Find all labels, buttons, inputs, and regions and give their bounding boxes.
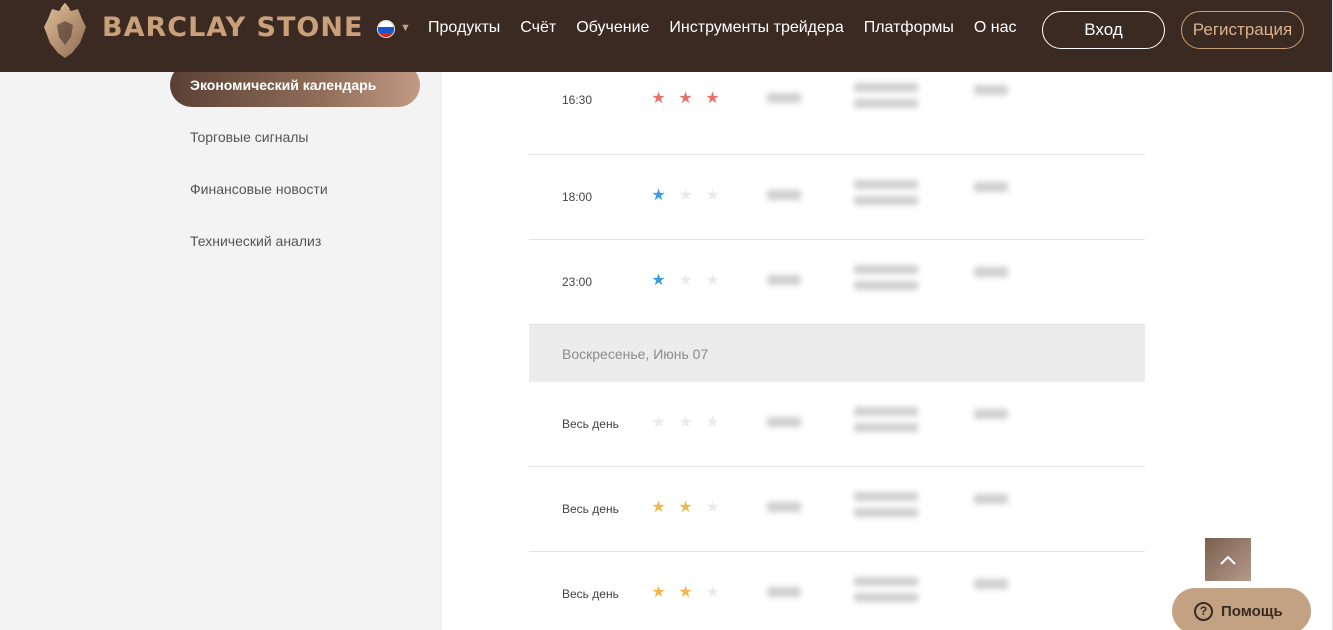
chevron-up-icon	[1220, 555, 1236, 565]
calendar-row[interactable]: Весь день ★ ★ ★	[529, 467, 1145, 552]
calendar-row[interactable]: Весь день ★ ★ ★	[529, 552, 1145, 630]
sidebar: Экономический календарь Торговые сигналы…	[0, 63, 442, 630]
day-header: Воскресенье, Июнь 07	[529, 325, 1145, 382]
obscured-cell	[854, 98, 918, 108]
obscured-cell	[854, 507, 918, 517]
obscured-cell	[854, 195, 918, 205]
calendar-row[interactable]: Весь день ★ ★ ★	[529, 382, 1145, 467]
event-time: 23:00	[562, 274, 593, 289]
star-icon: ★	[705, 498, 720, 516]
help-button-label: Помощь	[1221, 602, 1283, 620]
obscured-cell	[974, 578, 1008, 589]
obscured-cell	[854, 422, 918, 432]
event-time: Весь день	[562, 501, 619, 516]
star-icon: ★	[651, 89, 666, 107]
star-icon: ★	[678, 89, 693, 107]
obscured-cell	[854, 592, 918, 602]
day-header-label: Воскресенье, Июнь 07	[562, 346, 709, 362]
obscured-cell	[974, 266, 1008, 277]
obscured-cell	[767, 189, 801, 200]
importance-stars: ★ ★ ★	[651, 271, 720, 289]
event-time: Весь день	[562, 416, 619, 431]
importance-stars: ★ ★ ★	[651, 413, 720, 431]
importance-stars: ★ ★ ★	[651, 498, 720, 516]
importance-stars: ★ ★ ★	[651, 583, 720, 601]
obscured-cell	[974, 493, 1008, 504]
obscured-cell	[854, 179, 918, 189]
obscured-cell	[767, 92, 801, 103]
sidebar-item-financial-news[interactable]: Финансовые новости	[170, 167, 420, 211]
obscured-cell	[974, 84, 1008, 95]
obscured-cell	[974, 181, 1008, 192]
star-icon: ★	[678, 583, 693, 601]
star-icon: ★	[705, 186, 720, 204]
main-nav: Продукты Счёт Обучение Инструменты трейд…	[428, 19, 1037, 39]
star-icon: ★	[651, 413, 666, 431]
star-icon: ★	[651, 186, 666, 204]
event-time: Весь день	[562, 586, 619, 601]
nav-item-about[interactable]: О нас	[974, 19, 1017, 39]
brand-name[interactable]: BARCLAY STONE	[102, 12, 363, 43]
obscured-cell	[974, 408, 1008, 419]
calendar-row[interactable]: 16:30 ★ ★ ★	[529, 70, 1145, 155]
calendar-table-continued: Весь день ★ ★ ★ Весь день ★ ★ ★ Весь день ★ ★ ★	[529, 382, 1145, 630]
calendar-table: 16:30 ★ ★ ★ 18:00 ★ ★ ★ 23:00 ★ ★ ★	[529, 70, 1145, 325]
nav-item-trader-tools[interactable]: Инструменты трейдера	[669, 19, 843, 39]
star-icon: ★	[678, 413, 693, 431]
sidebar-item-technical-analysis[interactable]: Технический анализ	[170, 219, 420, 263]
login-button[interactable]: Вход	[1042, 11, 1165, 49]
nav-item-products[interactable]: Продукты	[428, 19, 500, 39]
event-time: 16:30	[562, 92, 593, 107]
language-dropdown-caret-icon[interactable]: ▼	[400, 22, 411, 34]
nav-item-education[interactable]: Обучение	[576, 19, 649, 39]
star-icon: ★	[678, 271, 693, 289]
star-icon: ★	[651, 271, 666, 289]
obscured-cell	[854, 576, 918, 586]
star-icon: ★	[705, 413, 720, 431]
importance-stars: ★ ★ ★	[651, 186, 720, 204]
star-icon: ★	[651, 583, 666, 601]
question-icon: ?	[1194, 601, 1213, 621]
nav-item-account[interactable]: Счёт	[520, 19, 556, 39]
obscured-cell	[854, 491, 918, 501]
nav-item-platforms[interactable]: Платформы	[864, 19, 954, 39]
calendar-row[interactable]: 23:00 ★ ★ ★	[529, 240, 1145, 325]
star-icon: ★	[705, 583, 720, 601]
obscured-cell	[854, 82, 918, 92]
star-icon: ★	[705, 89, 720, 107]
obscured-cell	[767, 501, 801, 512]
register-button[interactable]: Регистрация	[1181, 11, 1304, 49]
lion-logo-icon[interactable]	[42, 3, 88, 59]
obscured-cell	[767, 274, 801, 285]
star-icon: ★	[651, 498, 666, 516]
obscured-cell	[854, 406, 918, 416]
top-navigation-bar: BARCLAY STONE ▼ Продукты Счёт Обучение И…	[0, 0, 1333, 72]
star-icon: ★	[678, 186, 693, 204]
star-icon: ★	[705, 271, 720, 289]
calendar-row[interactable]: 18:00 ★ ★ ★	[529, 155, 1145, 240]
obscured-cell	[767, 586, 801, 597]
importance-stars: ★ ★ ★	[651, 89, 720, 107]
star-icon: ★	[678, 498, 693, 516]
russian-flag-icon[interactable]	[377, 20, 395, 38]
help-button[interactable]: ? Помощь	[1172, 588, 1311, 630]
obscured-cell	[854, 280, 918, 290]
scroll-to-top-button[interactable]	[1205, 538, 1251, 581]
obscured-cell	[854, 264, 918, 274]
sidebar-item-trading-signals[interactable]: Торговые сигналы	[170, 115, 420, 159]
event-time: 18:00	[562, 189, 593, 204]
obscured-cell	[767, 416, 801, 427]
